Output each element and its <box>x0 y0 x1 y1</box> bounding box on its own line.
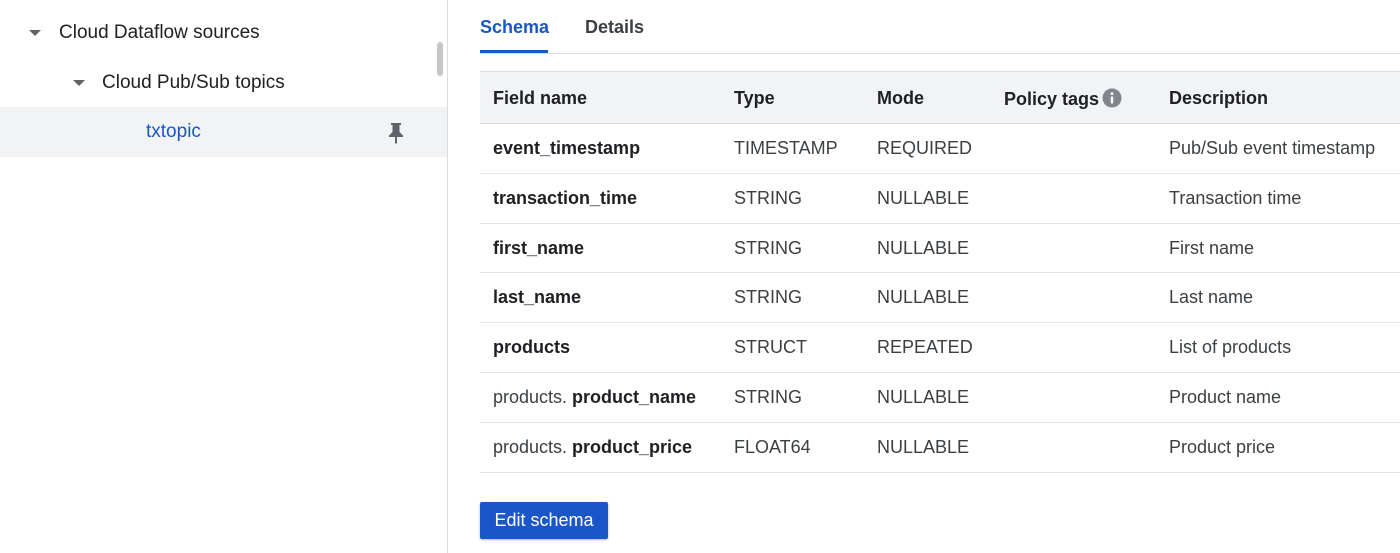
column-header-type: Type <box>734 88 775 108</box>
tree-item-dataflow-sources[interactable]: Cloud Dataflow sources <box>0 12 447 54</box>
field-mode-cell: REPEATED <box>877 337 973 358</box>
field-mode-cell: NULLABLE <box>877 187 970 208</box>
field-name: product_price <box>572 436 693 457</box>
schema-table: Field name Type Mode Policy tags Descrip… <box>480 71 1400 473</box>
field-description-cell: Transaction time <box>1169 187 1302 208</box>
field-name: event_timestamp <box>493 138 641 158</box>
field-description-cell: Product price <box>1169 436 1276 457</box>
field-mode-cell: NULLABLE <box>877 436 970 457</box>
field-description-cell: Product name <box>1169 386 1282 407</box>
field-name-prefix: products. <box>493 386 573 407</box>
field-name-cell: event_timestamp <box>493 138 640 159</box>
column-header-policy-tags: Policy tags <box>1004 88 1122 113</box>
field-description-cell: First name <box>1169 237 1255 258</box>
field-name: product_name <box>572 386 697 407</box>
field-name-prefix: products. <box>493 436 573 457</box>
field-name-cell: transaction_time <box>493 188 637 209</box>
table-header-row: Field name Type Mode Policy tags Descrip… <box>480 72 1400 124</box>
table-row: products STRUCT REPEATED List of product… <box>480 323 1400 373</box>
tree-item-txtopic[interactable]: txtopic <box>0 107 447 157</box>
table-row: first_name STRING NULLABLE First name <box>480 224 1400 274</box>
field-type-cell: FLOAT64 <box>734 436 811 457</box>
field-name-cell: last_name <box>493 287 581 308</box>
field-type-cell: STRING <box>734 187 803 208</box>
table-row: last_name STRING NULLABLE Last name <box>480 273 1400 324</box>
field-name-cell: products. product_price <box>493 437 692 458</box>
field-name: products <box>493 337 571 358</box>
field-mode-cell: NULLABLE <box>877 237 970 258</box>
tree-item-label: txtopic <box>146 121 201 142</box>
caret-down-icon[interactable] <box>29 30 41 36</box>
field-name: last_name <box>493 287 582 308</box>
field-name-cell: products. product_name <box>493 387 696 408</box>
table-row: products. product_name STRING NULLABLE P… <box>480 373 1400 423</box>
pin-icon[interactable] <box>386 121 406 145</box>
tree-item-pubsub-topics[interactable]: Cloud Pub/Sub topics <box>0 62 447 104</box>
field-mode-cell: NULLABLE <box>877 386 970 407</box>
table-row: transaction_time STRING NULLABLE Transac… <box>480 174 1400 224</box>
field-description-cell: Pub/Sub event timestamp <box>1169 138 1376 158</box>
scrollbar-thumb[interactable] <box>437 42 443 76</box>
field-type-cell: STRUCT <box>734 337 807 358</box>
field-type-cell: STRING <box>734 386 803 407</box>
edit-schema-button[interactable]: Edit schema <box>480 502 608 539</box>
info-icon[interactable] <box>1102 88 1122 113</box>
column-header-description: Description <box>1169 88 1269 108</box>
resource-tree-panel: Cloud Dataflow sources Cloud Pub/Sub top… <box>0 0 448 553</box>
column-header-field-name: Field name <box>493 88 588 108</box>
table-row: products. product_price FLOAT64 NULLABLE… <box>480 423 1400 473</box>
detail-panel: Schema Details Field name Type Mode Poli… <box>449 0 1400 553</box>
field-name: transaction_time <box>493 187 638 208</box>
field-name: first_name <box>493 237 585 258</box>
field-name-cell: products <box>493 337 570 358</box>
field-type-cell: TIMESTAMP <box>734 138 838 158</box>
tab-details[interactable]: Details <box>585 17 644 38</box>
field-mode-cell: NULLABLE <box>877 287 970 308</box>
tab-schema[interactable]: Schema <box>480 17 549 38</box>
field-mode-cell: REQUIRED <box>877 138 973 158</box>
tab-bar: Schema Details <box>480 0 1400 54</box>
field-description-cell: List of products <box>1169 337 1292 358</box>
field-name-cell: first_name <box>493 238 584 259</box>
tree-item-label: Cloud Dataflow sources <box>59 22 260 43</box>
column-header-label: Policy tags <box>1004 89 1100 109</box>
field-description-cell: Last name <box>1169 287 1254 308</box>
field-type-cell: STRING <box>734 287 803 308</box>
tree-item-label: Cloud Pub/Sub topics <box>102 72 285 93</box>
table-row: event_timestamp TIMESTAMP REQUIRED Pub/S… <box>480 124 1400 174</box>
active-tab-indicator <box>480 50 548 53</box>
column-header-mode: Mode <box>877 88 924 108</box>
caret-down-icon[interactable] <box>73 80 85 86</box>
field-type-cell: STRING <box>734 237 803 258</box>
